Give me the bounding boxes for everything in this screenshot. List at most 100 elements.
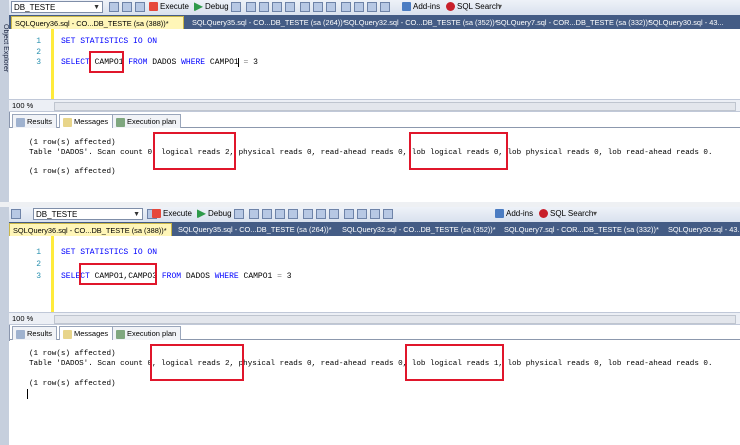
uncomment-icon[interactable] [357,209,367,219]
parse-icon[interactable] [249,209,259,219]
outdent-icon[interactable] [367,2,377,12]
tab-results[interactable]: Results [12,326,58,340]
execute-button[interactable]: Execute [149,1,189,13]
tab-sqlquery36[interactable]: SQLQuery36.sql - CO...DB_TESTE (sa (388)… [9,223,172,236]
horizontal-scrollbar[interactable] [54,315,736,324]
line-number: 1 [36,248,41,257]
debug-button[interactable]: Debug [197,208,232,220]
change-margin [51,236,54,312]
cancel-query-icon[interactable] [234,209,244,219]
change-connection-icon[interactable] [122,2,132,12]
query-editor[interactable]: 1 2 3 SET STATISTICS IO ON SELECT CAMPO1… [9,236,740,312]
document-tabs: SQLQuery36.sql - CO...DB_TESTE (sa (388)… [9,222,740,236]
add-ins-button[interactable]: Add-ins [495,208,533,220]
uncomment-icon[interactable] [354,2,364,12]
tab-messages[interactable]: Messages [59,326,114,340]
line-number-gutter: 1 2 3 [9,29,49,99]
results-file-icon[interactable] [329,209,339,219]
plan-icon [116,117,125,127]
messages-pane: (1 row(s) affected) Table 'DADOS'. Scan … [9,128,740,202]
tab-sqlquery7[interactable]: SQLQuery7.sql - COR...DB_TESTE (sa (332)… [493,16,651,29]
query-window-top: Object Explorer DB_TESTE ▼ Execute Debug… [0,0,740,202]
display-plan-icon[interactable] [259,2,269,12]
plan-icon [116,329,125,339]
line-number: 1 [36,37,41,46]
add-ins-button[interactable]: Add-ins [402,1,440,13]
tab-sqlquery35[interactable]: SQLQuery35.sql - CO...DB_TESTE (sa (264)… [175,223,337,236]
message-line: (1 row(s) affected) [29,350,116,358]
execute-button[interactable]: Execute [152,208,192,220]
indent-icon[interactable] [380,2,390,12]
results-file-icon[interactable] [326,2,336,12]
tab-sqlquery30[interactable]: SQLQuery30.sql - 43... [665,223,740,236]
change-connection-icon[interactable] [11,209,21,219]
parse-icon[interactable] [246,2,256,12]
results-grid-icon[interactable] [313,2,323,12]
grid-icon [16,117,25,127]
available-databases-icon[interactable] [109,2,119,12]
zoom-level[interactable]: 100 % [12,100,33,111]
cancel-query-icon[interactable] [231,2,241,12]
line-number: 3 [36,272,41,281]
toolbar-overflow-icon[interactable]: ▾ [593,208,597,220]
chevron-down-icon: ▼ [93,4,100,11]
result-tabs: Results Messages Execution plan [9,325,740,340]
debug-button[interactable]: Debug [194,1,229,13]
search-icon [539,209,548,219]
sql-toolbar: DB_TESTE ▼ Execute Debug Add-ins SQL Sea… [9,0,740,16]
sql-search-button[interactable]: SQL Search [446,1,500,13]
tab-sqlquery36[interactable]: SQLQuery36.sql - CO...DB_TESTE (sa (388)… [11,16,184,29]
include-plan-icon[interactable] [285,2,295,12]
display-plan-icon[interactable] [262,209,272,219]
play-icon [197,209,206,219]
highlight-box-logical-reads [150,344,244,381]
text-cursor [238,58,239,67]
results-text-icon[interactable] [300,2,310,12]
horizontal-scrollbar[interactable] [54,102,736,111]
code-line-1: SET STATISTICS IO ON [61,248,158,257]
tab-sqlquery30[interactable]: SQLQuery30.sql - 43... [645,16,740,29]
results-grid-icon[interactable] [316,209,326,219]
query-designer-icon[interactable] [272,2,282,12]
line-number-gutter: 1 2 3 [9,236,49,312]
zoom-bar: 100 % [9,99,740,112]
message-icon [63,329,72,339]
tab-sqlquery35[interactable]: SQLQuery35.sql - CO...DB_TESTE (sa (264)… [189,16,346,29]
sql-search-button[interactable]: SQL Search [539,208,593,220]
toolbar-overflow-icon[interactable]: ▾ [498,1,502,13]
play-icon [194,2,203,12]
tab-sqlquery7[interactable]: SQLQuery7.sql - COR...DB_TESTE (sa (332)… [501,223,661,236]
database-selector-value: DB_TESTE [14,3,56,12]
tab-execution-plan[interactable]: Execution plan [112,114,182,128]
results-text-icon[interactable] [303,209,313,219]
object-explorer-label: Object Explorer [2,24,9,73]
highlight-box-select-columns [89,51,124,73]
indent-icon[interactable] [383,209,393,219]
tab-execution-plan[interactable]: Execution plan [112,326,182,340]
query-window-bottom: DB_TESTE ▼ Execute Debug Add-ins SQL Sea… [0,207,740,445]
message-line: Table 'DADOS'. Scan count 0, logical rea… [29,360,713,368]
highlight-box-logical-reads [153,132,236,170]
message-line: (1 row(s) affected) [29,139,116,147]
database-selector[interactable]: DB_TESTE ▼ [11,1,103,13]
result-tabs: Results Messages Execution plan [9,113,740,128]
tab-sqlquery32[interactable]: SQLQuery32.sql - CO...DB_TESTE (sa (352)… [339,223,499,236]
include-plan-icon[interactable] [288,209,298,219]
comment-icon[interactable] [344,209,354,219]
query-options-icon[interactable] [135,2,145,12]
chevron-down-icon: ▼ [133,211,140,218]
code-line-1: SET STATISTICS IO ON [61,37,158,46]
highlight-box-select-columns [79,263,157,285]
execute-icon [152,209,161,219]
line-number: 2 [36,260,41,269]
tab-messages[interactable]: Messages [59,114,114,128]
tab-results[interactable]: Results [12,114,58,128]
comment-icon[interactable] [341,2,351,12]
query-designer-icon[interactable] [275,209,285,219]
tab-sqlquery32[interactable]: SQLQuery32.sql - CO...DB_TESTE (sa (352)… [341,16,498,29]
zoom-level[interactable]: 100 % [12,313,33,324]
outdent-icon[interactable] [370,209,380,219]
grid-icon [16,329,25,339]
database-selector[interactable]: DB_TESTE ▼ [33,208,143,220]
query-editor[interactable]: 1 2 3 SET STATISTICS IO ON SELECT CAMPO1… [9,29,740,99]
